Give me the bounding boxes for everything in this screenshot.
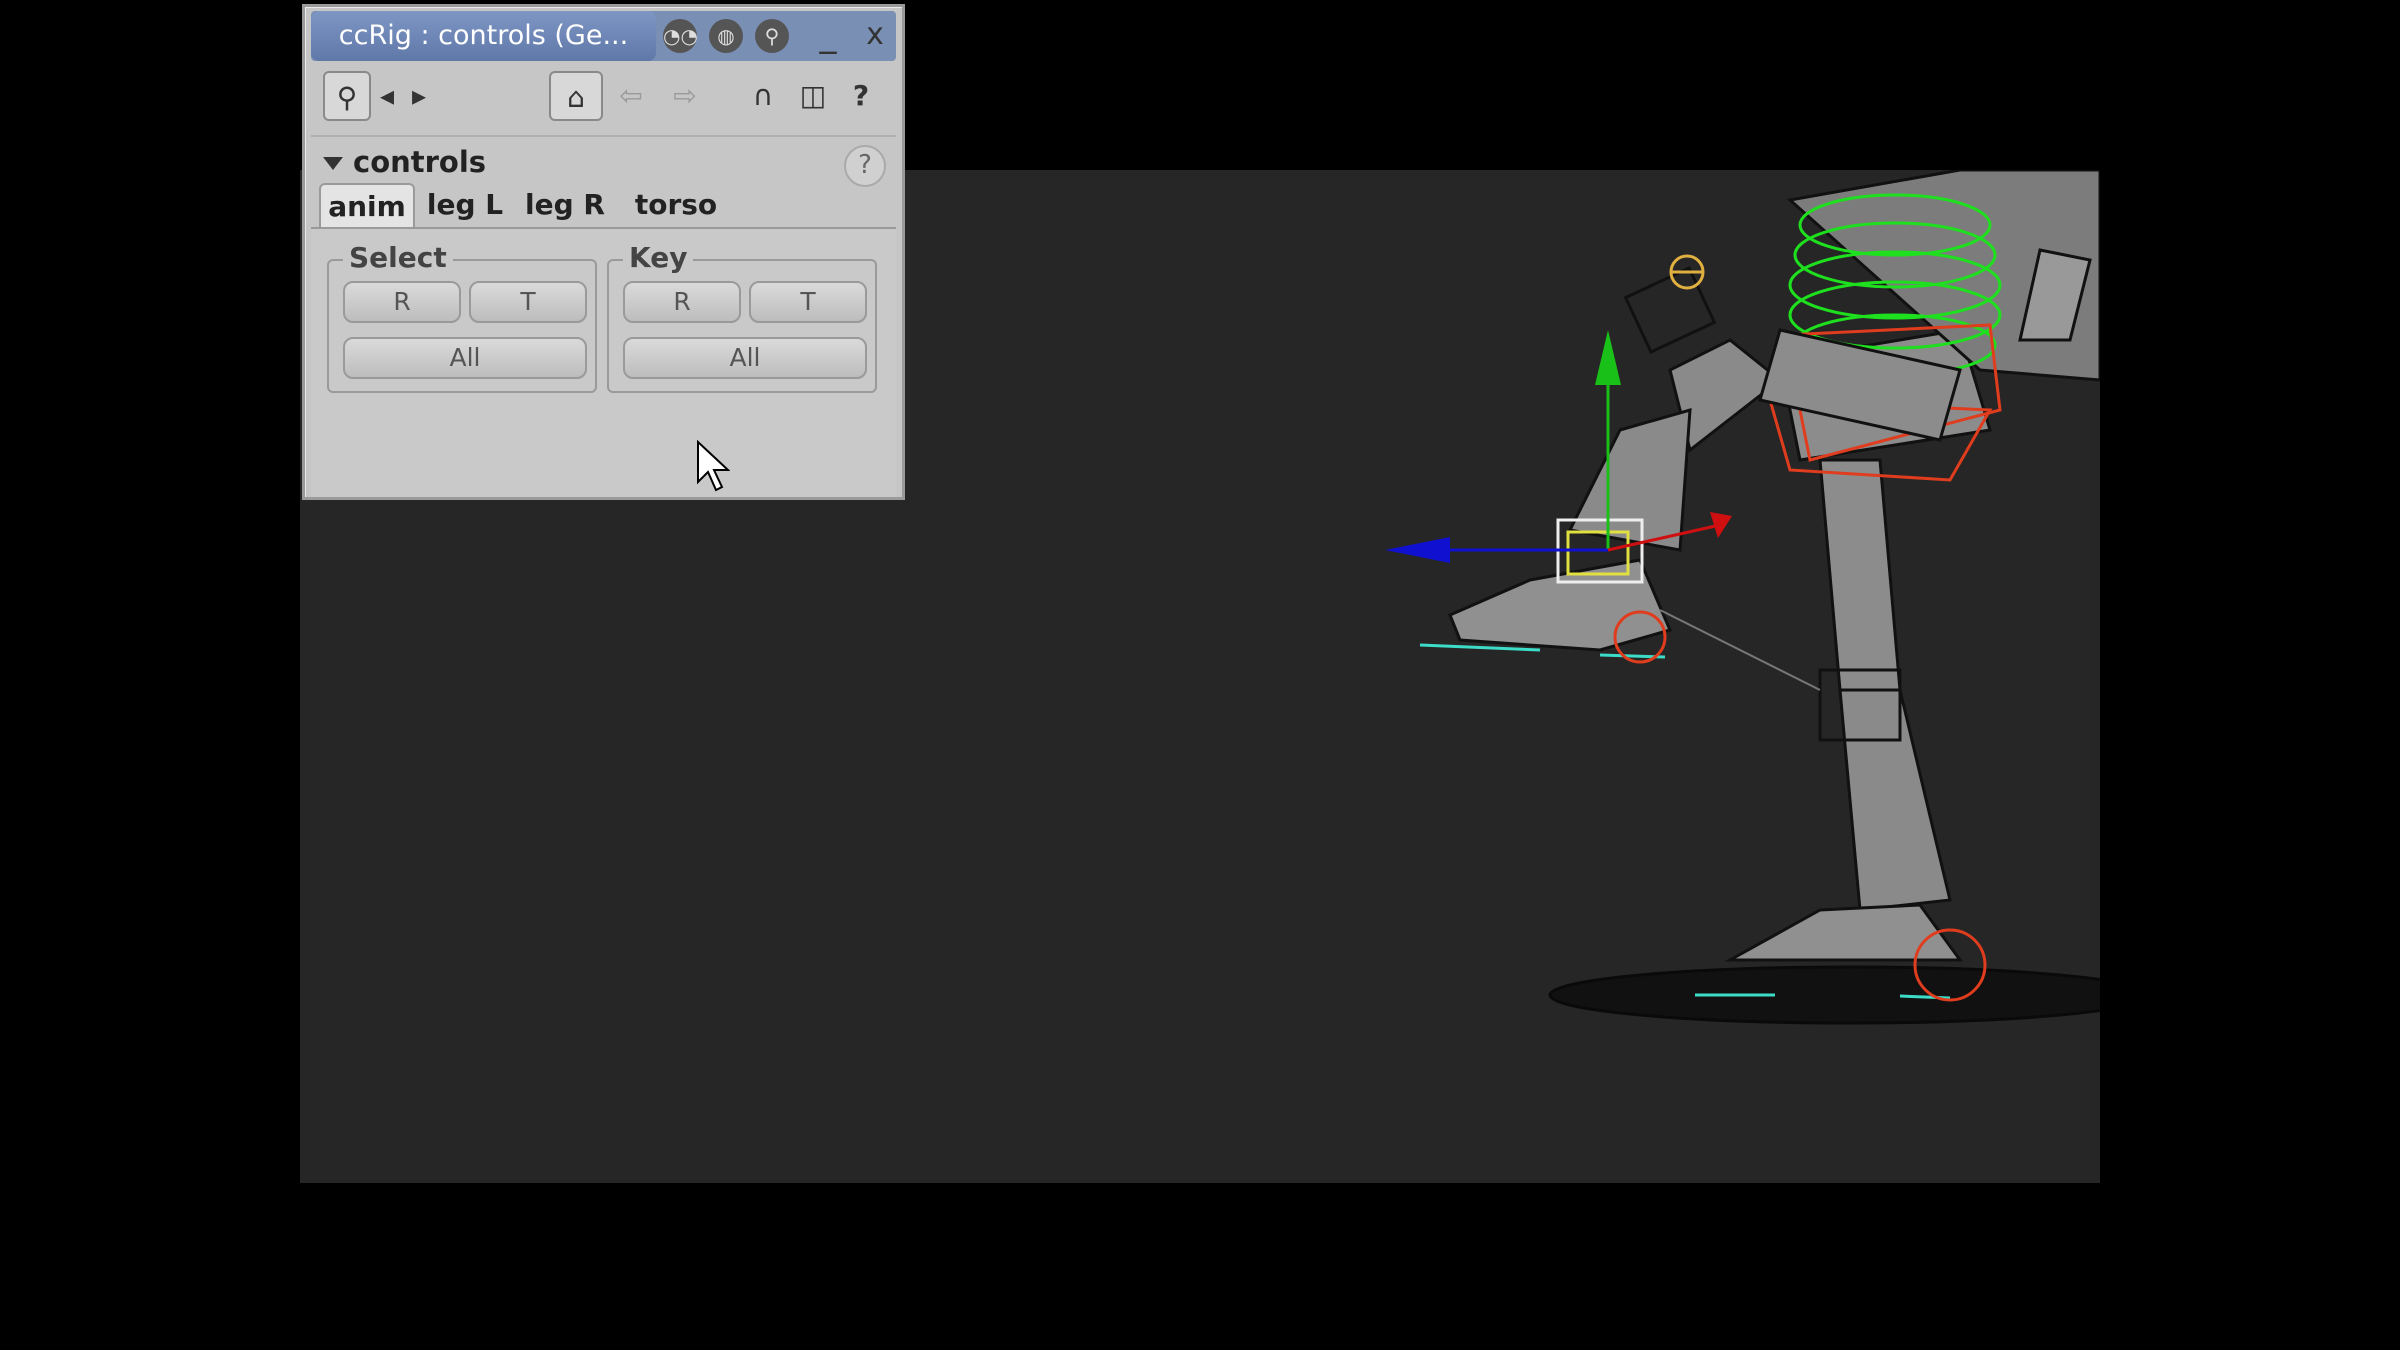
minimize-button[interactable]: _ [806,15,850,57]
knee-ball-control [1669,254,1705,290]
select-all-button[interactable]: All [343,337,587,379]
magnifier-icon[interactable]: ⚲ [323,71,371,121]
home-icon[interactable]: ⌂ [549,71,603,121]
tab-torso[interactable]: torso [621,183,731,229]
close-button[interactable]: x [853,15,897,57]
arrow-right-icon[interactable]: ⇨ [659,71,711,121]
key-group-label: Key [623,241,694,274]
select-r-button[interactable]: R [343,281,461,323]
toolbar: ⚲ ◂ ▸ ⌂ ⇦ ⇨ ∩ ◫ ? [311,65,896,133]
ccrig-controls-window: ccRig : controls (Ge... ◔◔ ◍ ⚲ _ x ⚲ ◂ ▸… [302,4,905,500]
ground-shadow [1548,965,2100,1025]
key-group: Key R T All [607,241,877,393]
section-help-button[interactable]: ? [844,145,886,187]
anim-panel: Select R T All Key R T All [311,227,896,497]
eyes-icon[interactable]: ◔◔ [663,19,698,53]
tab-leg-r[interactable]: leg R [515,183,615,229]
globe-icon[interactable]: ◍ [709,19,743,53]
prev-button[interactable]: ◂ [373,71,401,121]
collapse-caret-icon[interactable] [323,157,343,170]
section-title: controls [353,145,487,179]
window-title: ccRig : controls (Ge... [311,11,656,61]
arrow-left-icon[interactable]: ⇦ [605,71,657,121]
key-r-button[interactable]: R [623,281,741,323]
next-button[interactable]: ▸ [405,71,433,121]
select-group-label: Select [343,241,453,274]
select-t-button[interactable]: T [469,281,587,323]
title-bar[interactable]: ccRig : controls (Ge... ◔◔ ◍ ⚲ _ x [311,11,896,61]
help-icon[interactable]: ? [839,71,883,121]
mouse-cursor-icon [697,440,730,492]
key-all-button[interactable]: All [623,337,867,379]
magnet-icon[interactable]: ∩ [741,71,785,121]
person-icon[interactable]: ⚲ [755,19,789,53]
tab-leg-l[interactable]: leg L [419,183,511,229]
right-leg-mesh [1724,458,1963,962]
controls-section-header[interactable]: controls ? [311,135,896,189]
tab-anim[interactable]: anim [319,183,415,229]
cube-icon[interactable]: ◫ [791,71,835,121]
select-group: Select R T All [327,241,597,393]
key-t-button[interactable]: T [749,281,867,323]
